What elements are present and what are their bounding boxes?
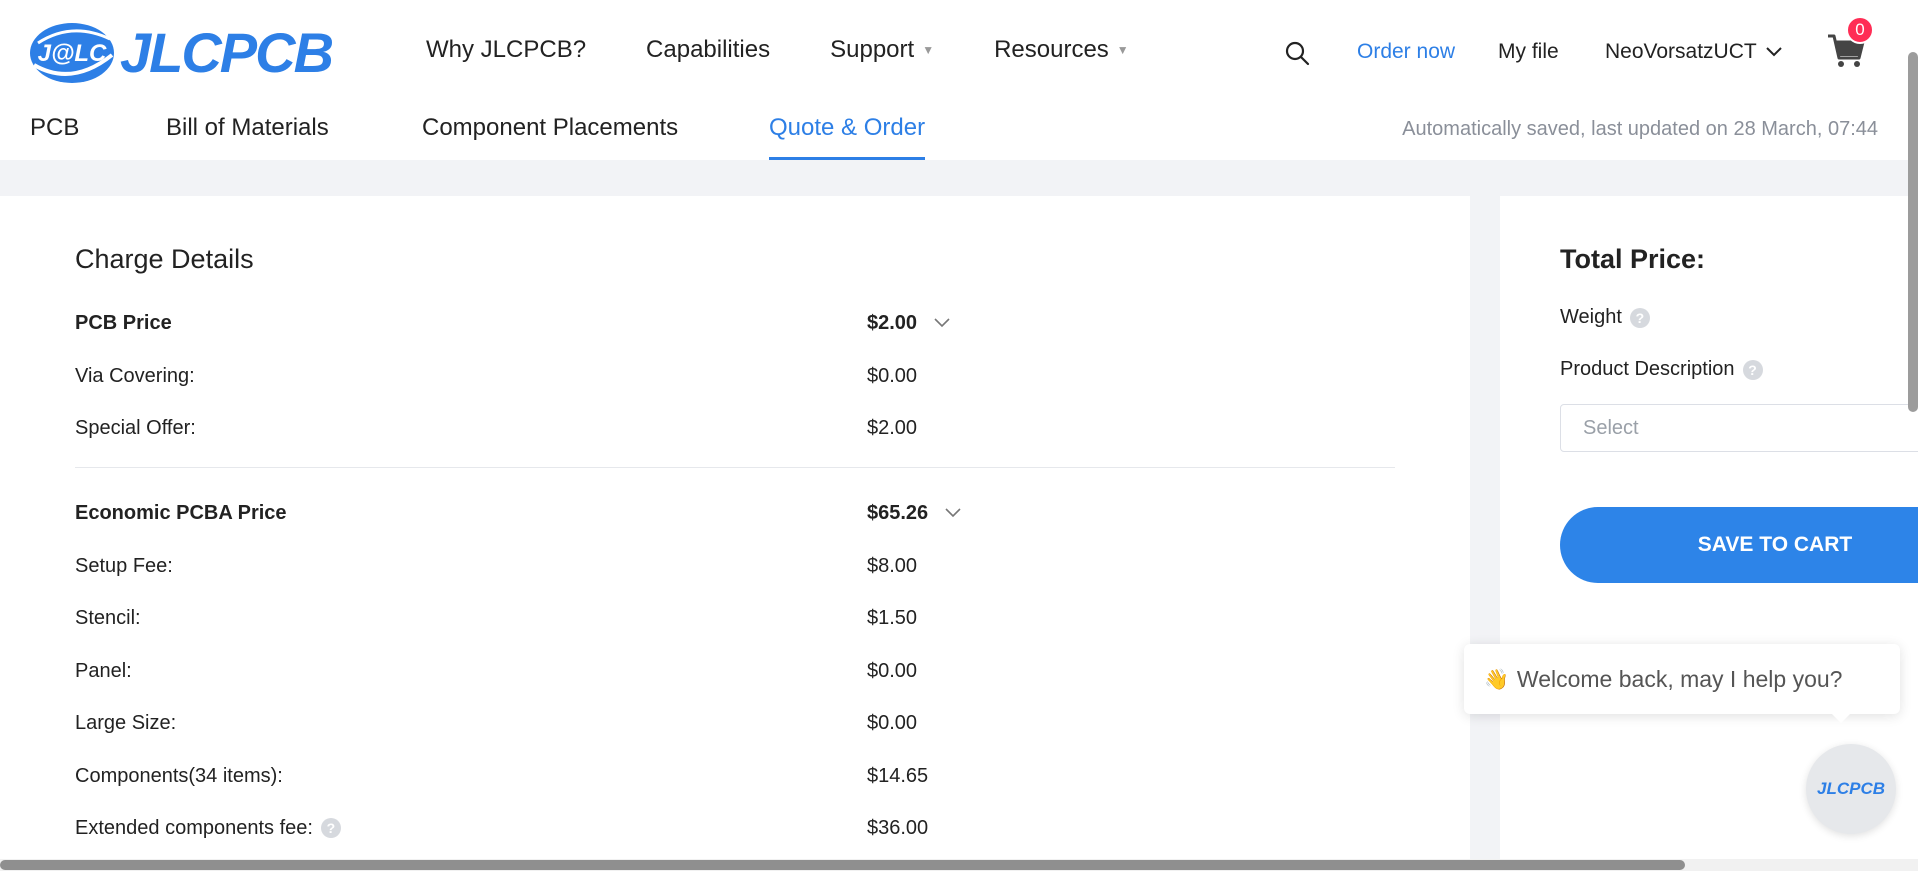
search-icon[interactable] — [1284, 40, 1310, 71]
help-icon[interactable]: ? — [1629, 307, 1650, 328]
charge-value: $0.00 — [867, 364, 918, 387]
chat-bubble-tail — [1830, 712, 1852, 723]
caret-down-icon: ▼ — [922, 43, 935, 57]
user-menu[interactable]: NeoVorsatzUCT — [1605, 40, 1783, 64]
charge-row: Extended components fee: ? $36.00 — [75, 813, 1395, 843]
charge-row: Setup Fee: $8.00 — [75, 551, 1395, 581]
chat-greeting: Welcome back, may I help you? — [1516, 665, 1843, 692]
autosave-status: Automatically saved, last updated on 28 … — [1402, 118, 1878, 140]
charge-row: Special Offer: $2.00 — [75, 413, 1395, 443]
pcba-price-value: $65.26 — [867, 501, 929, 524]
logo-badge-icon: J@LC — [28, 17, 118, 87]
tab-quote-order[interactable]: Quote & Order — [769, 114, 926, 160]
logo-badge-text: J@LC — [38, 40, 107, 67]
charge-label: Stencil: — [75, 606, 141, 629]
charge-row: Panel: $0.00 — [75, 656, 1395, 686]
chevron-down-icon[interactable] — [933, 317, 951, 329]
pcb-price-row[interactable]: PCB Price $2.00 — [75, 308, 1395, 338]
help-icon[interactable]: ? — [320, 818, 341, 838]
charge-label-wrap: Extended components fee: ? — [75, 817, 867, 840]
charge-value: $8.00 — [867, 554, 918, 577]
charge-row: Components(34 items): $14.65 — [75, 761, 1395, 791]
nav-label: Support — [830, 36, 915, 63]
save-to-cart-button[interactable]: SAVE TO CART — [1560, 507, 1918, 583]
charge-value: $0.00 — [867, 711, 918, 734]
pcb-price-value: $2.00 — [867, 311, 918, 334]
tab-bill-of-materials[interactable]: Bill of Materials — [166, 114, 329, 160]
pcba-price-row[interactable]: Economic PCBA Price $65.26 — [75, 498, 1395, 528]
chevron-down-icon[interactable] — [944, 507, 962, 519]
weight-label: Weight — [1560, 306, 1622, 328]
vertical-scrollbar[interactable] — [1908, 52, 1918, 412]
product-description-select[interactable]: Select — [1560, 404, 1918, 452]
charge-details-panel: Charge Details PCB Price $2.00 Via Cover… — [0, 196, 1470, 871]
nav-support[interactable]: Support ▼ — [830, 36, 934, 64]
nav-resources[interactable]: Resources ▼ — [994, 36, 1129, 64]
charge-value: $14.65 — [867, 764, 929, 787]
pcb-price-label: PCB Price — [75, 311, 172, 334]
charge-row: Stencil: $1.50 — [75, 603, 1395, 633]
charge-value: $0.00 — [867, 659, 918, 682]
product-description-label: Product Description — [1560, 358, 1735, 380]
nav-label: Resources — [994, 36, 1109, 63]
select-placeholder: Select — [1583, 416, 1639, 439]
charge-value: $1.50 — [867, 606, 918, 629]
order-now-link[interactable]: Order now — [1357, 40, 1455, 64]
charge-label: Special Offer: — [75, 416, 196, 439]
charge-label: Extended components fee: — [75, 816, 313, 839]
charge-value: $36.00 — [867, 816, 929, 839]
chevron-down-icon — [1766, 47, 1782, 57]
caret-down-icon: ▼ — [1116, 43, 1129, 57]
charge-label: Via Covering: — [75, 364, 195, 387]
user-name: NeoVorsatzUCT — [1605, 40, 1757, 63]
pcba-price-label: Economic PCBA Price — [75, 501, 287, 524]
chat-avatar-button[interactable]: JLCPCB — [1806, 744, 1896, 834]
jlcpcb-logo[interactable]: J@LC JLCPCB — [28, 16, 334, 88]
charge-label: Components(34 items): — [75, 764, 283, 787]
logo-text: JLCPCB — [120, 20, 334, 84]
nav-why-jlcpcb[interactable]: Why JLCPCB? — [426, 36, 586, 64]
total-price-title: Total Price: — [1560, 244, 1706, 274]
weight-label-wrap: Weight ? — [1560, 306, 1650, 329]
charge-row: Large Size: $0.00 — [75, 708, 1395, 738]
product-description-label-wrap: Product Description ? — [1560, 358, 1763, 381]
charge-value: $2.00 — [867, 416, 918, 439]
nav-label: Why JLCPCB? — [426, 36, 587, 63]
horizontal-scrollbar[interactable] — [0, 860, 1685, 870]
help-icon[interactable]: ? — [1742, 359, 1763, 380]
charge-details-title: Charge Details — [75, 244, 254, 274]
charge-row: Via Covering: $0.00 — [75, 361, 1395, 391]
nav-capabilities[interactable]: Capabilities — [646, 36, 770, 64]
waving-hand-icon: 👋 — [1484, 668, 1509, 691]
chat-welcome-bubble[interactable]: 👋 Welcome back, may I help you? — [1464, 644, 1900, 714]
top-navigation: J@LC JLCPCB Why JLCPCB? Capabilities Sup… — [0, 0, 1918, 104]
nav-label: Capabilities — [646, 36, 771, 63]
charge-label: Setup Fee: — [75, 554, 173, 577]
my-file-link[interactable]: My file — [1498, 40, 1559, 64]
main-nav: Why JLCPCB? Capabilities Support ▼ Resour… — [426, 36, 1189, 64]
tab-component-placements[interactable]: Component Placements — [422, 114, 678, 160]
charge-label: Large Size: — [75, 711, 177, 734]
section-divider — [75, 467, 1395, 468]
order-tabs: PCB Bill of Materials Component Placemen… — [0, 104, 1918, 160]
tab-pcb[interactable]: PCB — [30, 114, 79, 160]
charge-label: Panel: — [75, 659, 132, 682]
cart-count-badge: 0 — [1846, 16, 1874, 44]
